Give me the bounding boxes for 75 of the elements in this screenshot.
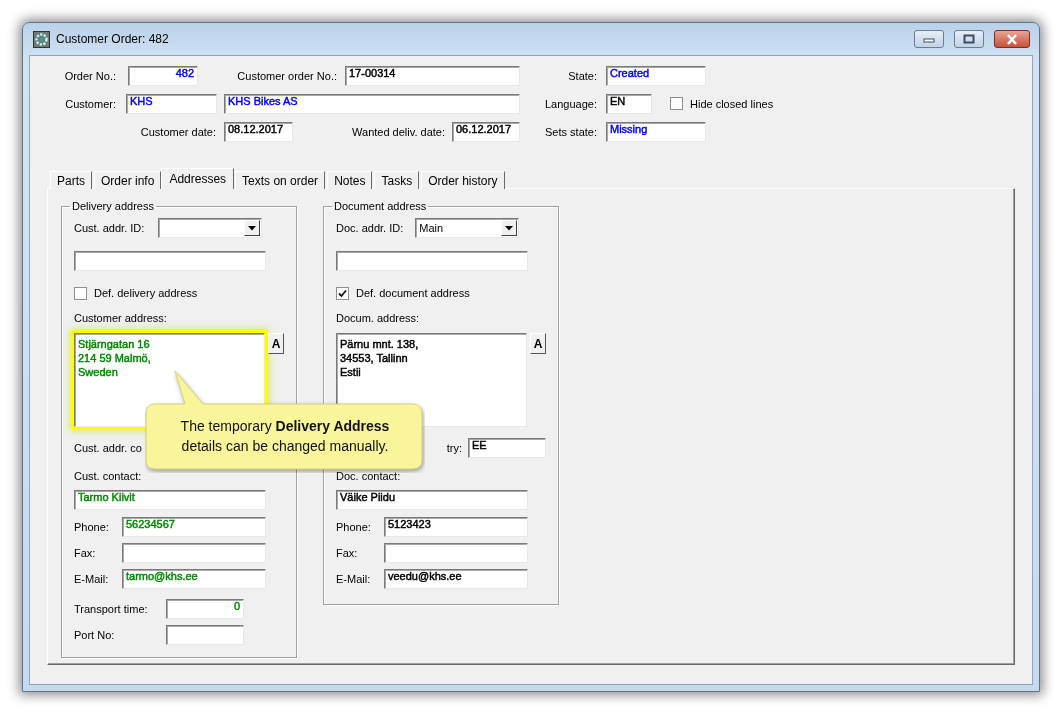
dropdown[interactable]: Main — [415, 218, 520, 238]
minimize-icon — [923, 35, 935, 43]
tab[interactable]: Parts — [50, 171, 92, 189]
checkbox[interactable] — [74, 286, 87, 300]
address-button[interactable]: A — [530, 333, 546, 354]
close-icon — [1005, 33, 1019, 45]
field-label: Customer address: — [74, 311, 168, 325]
field-label: Order No.: — [63, 68, 116, 84]
field-label: Doc. addr. ID: — [336, 221, 404, 236]
field-label: Docum. address: — [336, 311, 421, 325]
input-field[interactable]: 06.12.2017 — [452, 121, 520, 142]
field-label: Cust. addr. ID: — [74, 221, 145, 236]
tab[interactable]: Tasks — [374, 171, 420, 189]
maximize-button[interactable] — [954, 30, 984, 48]
input-field[interactable]: 482 — [128, 65, 198, 86]
tab[interactable]: Texts on order — [235, 171, 326, 189]
field-label: Cust. contact: — [74, 469, 143, 483]
input-field[interactable] — [74, 251, 266, 271]
field-label: try: — [446, 441, 462, 456]
tab[interactable]: Order info — [94, 171, 162, 189]
input-field[interactable] — [336, 251, 528, 271]
input-field[interactable]: Created — [606, 65, 706, 86]
input-field[interactable]: 17-00314 — [345, 65, 520, 86]
maximize-icon — [963, 34, 975, 44]
window-title: Customer Order: 482 — [56, 32, 169, 46]
field-label: Customer date: — [139, 124, 216, 140]
field-label: Transport time: — [74, 602, 149, 617]
dropdown-arrow-icon — [248, 225, 257, 231]
field-label: Wanted deliv. date: — [351, 124, 445, 140]
input-field[interactable]: EE — [468, 438, 546, 458]
input-field[interactable] — [122, 543, 266, 563]
input-field[interactable]: 08.12.2017 — [224, 121, 293, 142]
field-label: Customer order No.: — [236, 68, 337, 84]
field-label: Customer: — [64, 96, 116, 112]
tab[interactable]: Order history — [421, 171, 505, 189]
minimize-button[interactable] — [914, 30, 944, 48]
input-field[interactable]: Tarmo Kiivit — [74, 490, 266, 510]
field-label: Phone: — [74, 520, 110, 535]
field-label: E-Mail: — [336, 572, 372, 587]
dropdown-arrow-icon — [505, 225, 514, 231]
checkbox-label[interactable]: Def. document address — [356, 287, 470, 299]
field-label: Language: — [544, 96, 597, 112]
field-label: Phone: — [336, 520, 372, 535]
input-field[interactable] — [166, 625, 244, 645]
input-field[interactable]: 56234567 — [122, 517, 266, 537]
address-button[interactable]: A — [268, 333, 284, 354]
input-field[interactable]: tarmo@khs.ee — [122, 569, 266, 589]
group-title: Document address — [333, 200, 428, 213]
field-label: Cust. addr. co — [74, 441, 142, 456]
field-label: State: — [567, 68, 597, 84]
field-label: Sets state: — [544, 124, 597, 140]
input-field[interactable]: EN — [606, 93, 652, 114]
field-label: E-Mail: — [74, 572, 110, 587]
input-field[interactable]: Missing — [606, 121, 706, 142]
app-icon — [33, 30, 50, 48]
tab[interactable]: Addresses — [161, 168, 235, 189]
close-button[interactable] — [994, 30, 1030, 48]
input-field[interactable]: veedu@khs.ee — [384, 569, 528, 589]
field-label: Doc. contact: — [336, 469, 402, 483]
input-field[interactable]: 0 — [166, 599, 244, 619]
field-label: Fax: — [74, 546, 97, 561]
input-field[interactable]: KHS — [126, 93, 217, 114]
input-field[interactable]: Väike Piidu — [336, 490, 528, 510]
field-label: Port No: — [74, 628, 116, 643]
input-field[interactable]: KHS Bikes AS — [224, 93, 520, 114]
dropdown[interactable] — [158, 218, 263, 238]
checkbox[interactable] — [336, 286, 349, 300]
input-field[interactable]: 5123423 — [384, 517, 528, 537]
tab[interactable]: Notes — [327, 171, 373, 189]
checkbox[interactable] — [670, 97, 683, 110]
field-label: Fax: — [336, 546, 359, 561]
checkbox-label[interactable]: Hide closed lines — [690, 97, 774, 110]
group-title: Delivery address — [71, 200, 155, 213]
input-field[interactable] — [384, 543, 528, 563]
checkbox-label[interactable]: Def. delivery address — [94, 287, 198, 299]
